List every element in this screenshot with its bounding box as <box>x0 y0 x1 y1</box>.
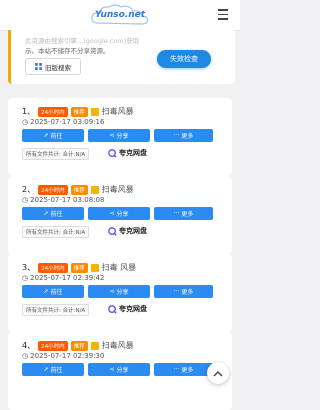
grid-icon <box>35 63 42 70</box>
recommend-badge: 推荐 <box>70 340 88 351</box>
share-button[interactable]: ⋖ 分享 <box>88 207 150 220</box>
share-label: 分享 <box>116 211 129 218</box>
scroll-top-button[interactable] <box>207 362 229 384</box>
more-icon: ··· <box>173 288 180 295</box>
card-title[interactable]: 扫毒 风暴 <box>102 262 137 273</box>
more-button[interactable]: ··· 更多 <box>154 207 213 220</box>
hot-badge: 24小时内 <box>38 106 68 117</box>
send-icon: ➚ <box>43 288 49 295</box>
card-date: 2025-07-17 02:39:42 <box>30 274 105 282</box>
result-card: 3、 24小时内 推荐 扫毒 风暴 ◷ 2025-07-17 02:39:42 ➚… <box>8 254 232 332</box>
file-stats: 所有文件共计: 合计:N/A <box>22 304 90 316</box>
notice-line-2: 示。本站不储存不分享资源。 <box>25 47 110 55</box>
disk-label: 夸克网盘 <box>119 149 147 157</box>
card-index: 1、 <box>22 107 36 116</box>
goto-label: 前往 <box>50 367 63 374</box>
card-date: 2025-07-17 02:39:30 <box>30 352 105 360</box>
quark-disk-badge: 夸克网盘 <box>108 226 147 236</box>
share-icon: ⋖ <box>109 210 115 217</box>
site-logo[interactable]: Yunso.net <box>85 3 155 27</box>
hot-badge: 24小时内 <box>38 340 68 351</box>
more-label: 更多 <box>181 211 194 218</box>
more-icon: ··· <box>173 132 180 139</box>
more-label: 更多 <box>181 133 194 140</box>
card-index: 3、 <box>22 263 36 272</box>
more-button[interactable]: ··· 更多 <box>154 129 213 142</box>
more-button[interactable]: ··· 更多 <box>154 285 213 298</box>
quark-logo-icon <box>108 148 117 158</box>
goto-label: 前往 <box>50 133 63 140</box>
result-card: 4、 24小时内 推荐 扫毒风暴 ◷ 2025-07-17 02:39:30 ➚ 前… <box>8 332 232 410</box>
recommend-badge: 推荐 <box>70 106 88 117</box>
card-title[interactable]: 扫毒风暴 <box>102 106 134 117</box>
send-icon: ➚ <box>43 366 49 373</box>
goto-button[interactable]: ➚ 前往 <box>22 207 84 220</box>
share-label: 分享 <box>116 367 129 374</box>
notice-line-1: 此资源由搜索引擎...(google.com)获取 <box>25 37 140 45</box>
hot-badge: 24小时内 <box>38 262 68 273</box>
quark-logo-icon <box>108 304 117 314</box>
folder-icon <box>90 263 99 272</box>
file-stats: 所有文件共计: 合计:N/A <box>22 148 90 160</box>
share-icon: ⋖ <box>109 366 115 373</box>
clock-icon: ◷ <box>22 352 29 360</box>
invalid-check-button[interactable]: 失效检查 <box>157 50 211 68</box>
share-label: 分享 <box>116 133 129 140</box>
card-date: 2025-07-17 03:09:16 <box>30 118 105 126</box>
more-icon: ··· <box>173 210 180 217</box>
clock-icon: ◷ <box>22 196 29 204</box>
disk-label: 夸克网盘 <box>119 305 147 313</box>
logo-text: Yunso.net <box>94 10 146 20</box>
share-button[interactable]: ⋖ 分享 <box>88 363 150 376</box>
goto-button[interactable]: ➚ 前往 <box>22 129 84 142</box>
chevron-up-icon <box>213 370 223 376</box>
more-label: 更多 <box>181 289 194 296</box>
card-title[interactable]: 扫毒风暴 <box>102 340 134 351</box>
card-index: 4、 <box>22 341 36 350</box>
more-button[interactable]: ··· 更多 <box>154 363 213 376</box>
result-card: 2、 24小时内 推荐 扫毒风暴 ◷ 2025-07-17 03:08:08 ➚ 前… <box>8 176 232 254</box>
file-stats: 所有文件共计: 合计:N/A <box>22 226 90 238</box>
hot-badge: 24小时内 <box>38 184 68 195</box>
notice-text: 此资源由搜索引擎...(google.com)获取 示。本站不储存不分享资源。 <box>25 36 165 56</box>
recommend-badge: 推荐 <box>70 184 88 195</box>
quark-logo-icon <box>108 226 117 236</box>
quark-disk-badge: 夸克网盘 <box>108 148 147 158</box>
top-bar: Yunso.net <box>0 0 240 31</box>
clock-icon: ◷ <box>22 274 29 282</box>
old-search-button[interactable]: 旧版搜索 <box>25 58 81 75</box>
clock-icon: ◷ <box>22 118 29 126</box>
send-icon: ➚ <box>43 210 49 217</box>
menu-icon[interactable] <box>218 9 228 23</box>
folder-icon <box>90 107 99 116</box>
goto-label: 前往 <box>50 289 63 296</box>
folder-icon <box>90 341 99 350</box>
card-date: 2025-07-17 03:08:08 <box>30 196 105 204</box>
result-card: 1、 24小时内 推荐 扫毒风暴 ◷ 2025-07-17 03:09:16 ➚ 前… <box>8 98 232 176</box>
folder-icon <box>90 185 99 194</box>
more-icon: ··· <box>173 366 180 373</box>
goto-button[interactable]: ➚ 前往 <box>22 285 84 298</box>
old-search-label: 旧版搜索 <box>45 63 71 72</box>
card-index: 2、 <box>22 185 36 194</box>
share-icon: ⋖ <box>109 132 115 139</box>
goto-button[interactable]: ➚ 前往 <box>22 363 84 376</box>
more-label: 更多 <box>181 367 194 374</box>
send-icon: ➚ <box>43 132 49 139</box>
recommend-badge: 推荐 <box>70 262 88 273</box>
quark-disk-badge: 夸克网盘 <box>108 304 147 314</box>
share-button[interactable]: ⋖ 分享 <box>88 285 150 298</box>
share-icon: ⋖ <box>109 288 115 295</box>
disk-label: 夸克网盘 <box>119 227 147 235</box>
card-title[interactable]: 扫毒风暴 <box>102 184 134 195</box>
share-label: 分享 <box>116 289 129 296</box>
goto-label: 前往 <box>50 211 63 218</box>
share-button[interactable]: ⋖ 分享 <box>88 129 150 142</box>
